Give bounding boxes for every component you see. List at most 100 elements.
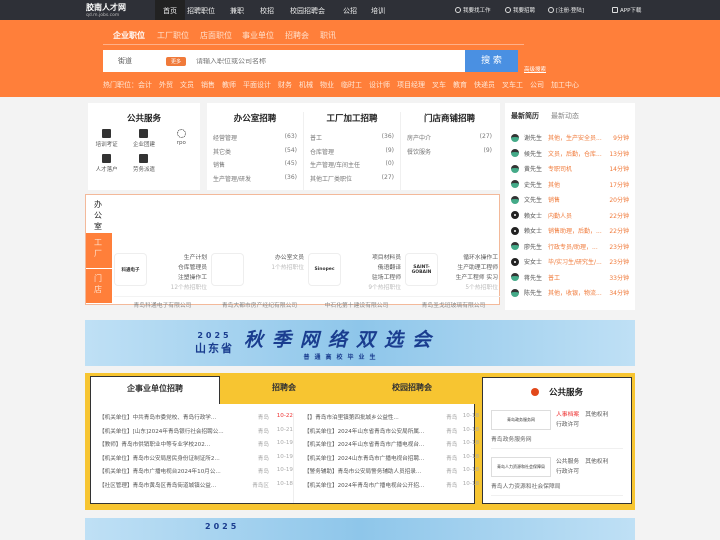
search-tab[interactable]: 招聘会: [285, 30, 309, 41]
nav-item[interactable]: 兼职: [230, 6, 244, 16]
nav-item[interactable]: 校招: [260, 6, 274, 16]
gov-link[interactable]: 行政许可: [556, 469, 579, 475]
hot-job-link[interactable]: 教师: [222, 80, 236, 90]
gov-service-item[interactable]: 青岛人力资源和社会保障局 公共服务 其他权利行政许可 青岛人力资源和社会保障局: [491, 457, 623, 496]
company-job[interactable]: 循环水操作工: [438, 253, 498, 263]
hot-job-link[interactable]: 物业: [320, 80, 334, 90]
category-link[interactable]: 经营管理 (63): [213, 133, 297, 147]
resume-item[interactable]: 赖女士 内勤人员 22分钟: [511, 208, 629, 224]
search-tab[interactable]: 店面职位: [200, 30, 232, 41]
hot-job-link[interactable]: 外贸: [159, 80, 173, 90]
company-job[interactable]: 生产计划: [147, 253, 207, 263]
nav-item[interactable]: 校园招聘会: [290, 6, 325, 16]
nav-item[interactable]: 招聘职位: [187, 6, 215, 16]
nav-item[interactable]: 首页: [155, 0, 185, 20]
resume-item[interactable]: 蒋先生 普工 33分钟: [511, 270, 629, 286]
nav-item[interactable]: 培训: [371, 6, 385, 16]
search-input[interactable]: [196, 57, 447, 65]
news-item[interactable]: 【机关单位】中共青岛市委党校、青岛行政学... 青岛 10-22: [99, 413, 293, 427]
news-item[interactable]: 【机关单位】[山东]2024年青岛银行社会招聘公... 青岛 10-21: [99, 427, 293, 441]
hot-job-link[interactable]: 临时工: [341, 80, 362, 90]
category-link[interactable]: 其他工厂类职位 (27): [310, 174, 394, 188]
area-select[interactable]: 街道: [118, 56, 163, 66]
company-job[interactable]: 注塑操作工: [147, 273, 207, 283]
news-item[interactable]: 【社区管理】青岛市黄岛区青岛街道城镇公益... 青岛区 10-18: [99, 481, 293, 495]
job-fair-banner-2[interactable]: 2025: [85, 518, 635, 540]
category-link[interactable]: 其它类 (54): [213, 147, 297, 161]
resume-item[interactable]: 黄先生 专职司机 14分钟: [511, 161, 629, 177]
search-tab[interactable]: 职讯: [320, 30, 336, 41]
company-job[interactable]: 办公室文员: [244, 253, 304, 263]
news-item[interactable]: 【警务辅助】青岛市公安局警务辅助人员招录... 青岛 10-18: [304, 467, 479, 481]
hot-job-link[interactable]: 叉车工: [502, 80, 523, 90]
service-item[interactable]: rpo: [163, 129, 200, 148]
tab-latest-news[interactable]: 最新动态: [551, 111, 579, 121]
top-link[interactable]: 我要找工作: [455, 6, 491, 14]
category-link[interactable]: 销售 (45): [213, 160, 297, 174]
company-card[interactable]: 办公室文员 1个热招职位 青岛大都市房产经纪有限公司: [211, 253, 308, 309]
job-fair-banner[interactable]: 2025 山东省 秋季网络双选会 普通高校毕业生: [85, 320, 635, 366]
company-job[interactable]: 仓库管理员: [147, 263, 207, 273]
news-item[interactable]: 【机关单位】青岛市广播电视台2024年10月公... 青岛 10-19: [99, 467, 293, 481]
gov-link[interactable]: 其他权利: [585, 412, 608, 418]
service-item[interactable]: 培训考证: [88, 129, 125, 148]
hot-job-link[interactable]: 公司: [530, 80, 544, 90]
gov-link[interactable]: 其他权利: [585, 459, 608, 465]
recruit-tab[interactable]: 校园招聘会: [348, 376, 476, 400]
recruit-tab[interactable]: 招聘会: [220, 376, 348, 400]
top-link[interactable]: APP下载: [612, 6, 641, 14]
top-link[interactable]: 我要招聘: [505, 6, 535, 14]
company-job[interactable]: 生产助理工程师: [438, 263, 498, 273]
hot-job-link[interactable]: 机械: [299, 80, 313, 90]
search-tab[interactable]: 事业单位: [242, 30, 274, 41]
hot-job-link[interactable]: 设计师: [369, 80, 390, 90]
category-link[interactable]: 普工 (36): [310, 133, 394, 147]
resume-item[interactable]: 赖女士 销售助理，后勤，... 22分钟: [511, 223, 629, 239]
company-job[interactable]: 生产工程师 实习: [438, 273, 498, 283]
company-tab[interactable]: 工厂: [86, 233, 112, 269]
category-link[interactable]: 餐饮服务 (9): [407, 147, 492, 161]
news-item[interactable]: 【机关单位】青岛市公安局居民身份证制证所2... 青岛 10-19: [99, 454, 293, 468]
service-item[interactable]: 企业团建: [125, 129, 162, 148]
resume-item[interactable]: 廖先生 行政专员/助理，... 23分钟: [511, 239, 629, 255]
gov-service-item[interactable]: 青岛政务服务网 人事档案 其他权利行政许可 青岛政务服务网: [491, 410, 623, 449]
hot-job-link[interactable]: 快递员: [474, 80, 495, 90]
resume-item[interactable]: 史先生 其他 17分钟: [511, 177, 629, 193]
gov-link[interactable]: 人事档案: [556, 412, 579, 418]
company-card[interactable]: SAINT-GOBAIN 循环水操作工 生产助理工程师 生产工程师 实习 5个热招职位青…: [405, 253, 502, 309]
hot-job-link[interactable]: 会计: [138, 80, 152, 90]
company-job[interactable]: 项目材料员: [341, 253, 401, 263]
company-job[interactable]: 俄语翻译: [341, 263, 401, 273]
top-link[interactable]: [注册·登陆]: [548, 6, 584, 14]
gov-link[interactable]: 公共服务: [556, 459, 579, 465]
company-card[interactable]: 科通电子 生产计划 仓库管理员 注塑操作工 12个热招职位 青岛科通电子有限公司: [114, 253, 211, 309]
news-item[interactable]: 【】青岛市泊里镇第四批城乡公益性... 青岛 10-18: [304, 413, 479, 427]
resume-item[interactable]: 安女士 毕/实习生/研究生/... 23分钟: [511, 254, 629, 270]
search-tab[interactable]: 工厂职位: [157, 30, 189, 41]
news-item[interactable]: 【机关单位】2024山东青岛市广播电视台招聘... 青岛 10-18: [304, 454, 479, 468]
hot-job-link[interactable]: 叉车: [432, 80, 446, 90]
logo[interactable]: 胶南人才网 qd.m.jobs.com: [86, 2, 126, 18]
hot-job-link[interactable]: 销售: [201, 80, 215, 90]
advanced-search-link[interactable]: 高级搜索: [524, 65, 546, 73]
resume-item[interactable]: 谢先生 其他，生产安全员... 9分钟: [511, 130, 629, 146]
nav-item[interactable]: 公招: [343, 6, 357, 16]
gov-link[interactable]: 行政许可: [556, 422, 579, 428]
recruit-tab[interactable]: 企事业单位招聘: [90, 376, 220, 405]
company-tab[interactable]: 办公室: [86, 195, 112, 233]
category-link[interactable]: 仓库管理 (9): [310, 147, 394, 161]
more-button[interactable]: 更多: [166, 56, 187, 66]
company-job[interactable]: 驻场工程师: [341, 273, 401, 283]
news-item[interactable]: 【机关单位】2024年山东省青岛市广播电视台... 青岛 10-18: [304, 440, 479, 454]
resume-item[interactable]: 陈先生 其他，收银，物流... 34分钟: [511, 285, 629, 301]
resume-item[interactable]: 文先生 销售 20分钟: [511, 192, 629, 208]
news-item[interactable]: 【机关单位】2024年青岛市广播电视台公开招... 青岛 10-18: [304, 481, 479, 495]
resume-item[interactable]: 候先生 文员，后勤，仓库... 13分钟: [511, 146, 629, 162]
search-tab[interactable]: 企业职位: [113, 30, 145, 41]
category-link[interactable]: 生产管理/研发 (36): [213, 174, 297, 188]
hot-job-link[interactable]: 平面设计: [243, 80, 271, 90]
service-item[interactable]: 人才落户: [88, 154, 125, 173]
hot-job-link[interactable]: 财务: [278, 80, 292, 90]
search-button[interactable]: 搜 索: [465, 50, 518, 72]
company-tab[interactable]: 门店: [86, 269, 112, 304]
